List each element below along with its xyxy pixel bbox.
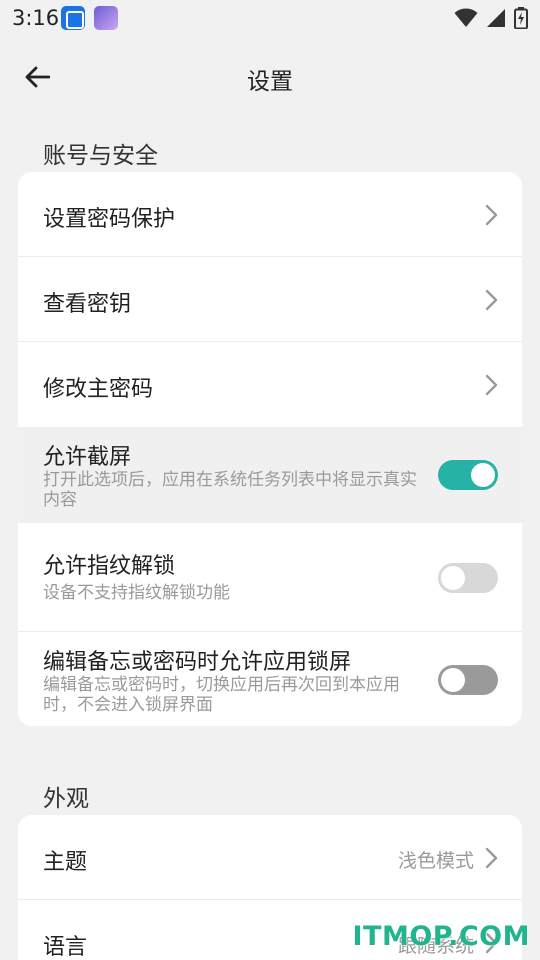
row-title: 允许截屏 (43, 445, 132, 470)
row-title: 编辑备忘或密码时允许应用锁屏 (43, 650, 352, 675)
status-bar: 3:16 (0, 0, 540, 36)
row-title: 主题 (43, 850, 88, 875)
allow-screenshot-toggle[interactable] (438, 460, 498, 490)
row-subtitle: 编辑备忘或密码时，切换应用后再次回到本应用时，不会进入锁屏界面 (43, 675, 400, 715)
allow-lock-while-editing-toggle[interactable] (438, 665, 498, 695)
account-security-card: 设置密码保护 查看密钥 修改主密码 允许截屏 打开此选项后，应用在系统任务列表中… (18, 172, 522, 726)
translate-app-icon (61, 6, 85, 30)
avatar-app-icon (94, 6, 118, 30)
chevron-right-icon (485, 847, 498, 869)
system-icons (454, 5, 528, 31)
change-master-password-row[interactable]: 修改主密码 (18, 342, 522, 427)
chevron-right-icon (485, 374, 498, 396)
chevron-right-icon (485, 204, 498, 226)
row-title: 语言 (43, 935, 88, 960)
allow-fingerprint-unlock-toggle[interactable] (438, 563, 498, 593)
section-header-appearance: 外观 (43, 786, 89, 812)
set-password-protection-row[interactable]: 设置密码保护 (18, 172, 522, 257)
page-title: 设置 (247, 69, 293, 95)
view-key-row[interactable]: 查看密钥 (18, 257, 522, 342)
row-subtitle: 设备不支持指纹解锁功能 (43, 583, 230, 603)
row-title: 设置密码保护 (43, 207, 176, 232)
row-title: 查看密钥 (43, 292, 132, 317)
chevron-right-icon (485, 289, 498, 311)
row-title: 修改主密码 (43, 377, 154, 402)
allow-screenshot-row[interactable]: 允许截屏 打开此选项后，应用在系统任务列表中将显示真实内容 (18, 427, 522, 523)
battery-charging-icon (514, 7, 528, 29)
status-time: 3:16 (12, 6, 60, 30)
app-bar: 设置 (0, 40, 540, 118)
wifi-icon (454, 8, 478, 27)
watermark: ITMOP.COM (352, 921, 530, 952)
row-title: 允许指纹解锁 (43, 554, 176, 579)
signal-icon (487, 9, 505, 27)
allow-lock-while-editing-row[interactable]: 编辑备忘或密码时允许应用锁屏 编辑备忘或密码时，切换应用后再次回到本应用时，不会… (18, 632, 522, 726)
section-header-account: 账号与安全 (43, 143, 158, 169)
row-value: 浅色模式 (397, 850, 474, 872)
theme-row[interactable]: 主题 浅色模式 (18, 815, 522, 900)
allow-fingerprint-unlock-row[interactable]: 允许指纹解锁 设备不支持指纹解锁功能 (18, 523, 522, 632)
row-subtitle: 打开此选项后，应用在系统任务列表中将显示真实内容 (43, 470, 417, 510)
